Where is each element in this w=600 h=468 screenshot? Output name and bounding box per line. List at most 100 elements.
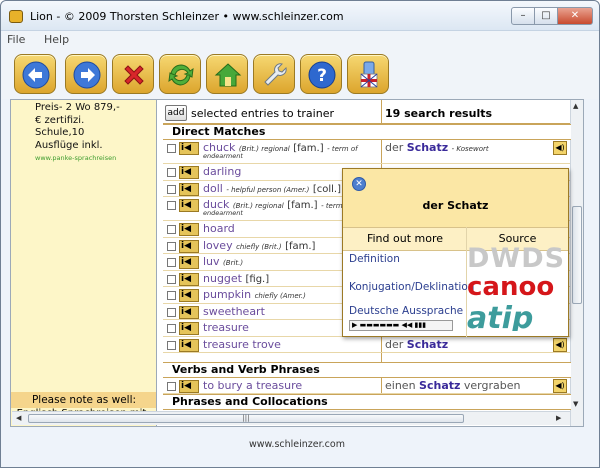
term: duck (Brit.) regional [fam.] - term of en…	[203, 198, 352, 217]
info-speaker-icon[interactable]: i◀	[179, 142, 199, 155]
conjugation-link[interactable]: Konjugation/Deklination	[349, 281, 474, 293]
question-icon: ?	[308, 61, 336, 89]
horizontal-scrollbar[interactable]: ◀ ||| ▶	[12, 411, 570, 425]
term: sweetheart	[203, 305, 265, 318]
term-word[interactable]: pumpkin	[203, 288, 251, 301]
term-word[interactable]: nugget	[203, 272, 242, 285]
menu-bar: File Help	[2, 31, 598, 49]
info-speaker-icon[interactable]: i◀	[179, 338, 199, 352]
language-button[interactable]	[347, 54, 389, 94]
horizontal-scroll-thumb[interactable]: |||	[28, 414, 464, 423]
table-row[interactable]: i◀ treasure trove der Schatz ◀)	[163, 337, 571, 353]
term-word[interactable]: sweetheart	[203, 305, 265, 318]
info-speaker-icon[interactable]: i◀	[179, 199, 199, 212]
speaker-icon[interactable]: ◀)	[553, 337, 567, 352]
maximize-button[interactable]: □	[534, 7, 558, 25]
row-checkbox[interactable]	[167, 258, 176, 267]
atip-logo[interactable]: atip	[467, 301, 567, 331]
info-speaker-icon[interactable]: i◀	[179, 272, 199, 286]
term: nugget [fig.]	[203, 272, 269, 285]
speaker-icon[interactable]: ◀)	[553, 379, 567, 393]
scroll-down-icon[interactable]: ▼	[573, 400, 578, 408]
table-row[interactable]: i◀ chuck (Brit.) regional [fam.] - term o…	[163, 140, 571, 164]
back-button[interactable]	[14, 54, 56, 94]
term: doll - helpful person (Amer.) [coll.]	[203, 182, 341, 195]
term-word[interactable]: lovey	[203, 239, 233, 252]
home-button[interactable]	[206, 54, 248, 94]
table-row[interactable]: i◀ to bury a treasure einen Schatz vergrab…	[163, 378, 571, 394]
row-checkbox[interactable]	[167, 340, 176, 350]
term-region: (Brit.)	[223, 259, 244, 267]
add-button[interactable]: add	[165, 105, 187, 121]
info-speaker-icon[interactable]: i◀	[179, 166, 199, 179]
term: treasure trove	[203, 338, 281, 351]
minimize-button[interactable]: –	[511, 7, 535, 25]
term-word[interactable]: to bury a treasure	[203, 379, 302, 392]
home-icon	[214, 63, 242, 87]
info-speaker-icon[interactable]: i◀	[179, 380, 199, 393]
row-checkbox[interactable]	[167, 241, 176, 251]
speaker-icon[interactable]: ◀)	[553, 141, 567, 155]
info-speaker-icon[interactable]: i◀	[179, 223, 199, 236]
vertical-scroll-thumb[interactable]	[572, 206, 582, 304]
scroll-up-icon[interactable]: ▲	[573, 102, 578, 110]
term-meaning-cont: endearment	[203, 152, 243, 160]
popup-close-icon[interactable]: ✕	[352, 177, 366, 191]
info-speaker-icon[interactable]: i◀	[179, 239, 199, 253]
menu-file[interactable]: File	[7, 33, 25, 46]
canoo-logo[interactable]: canoo	[467, 272, 567, 302]
scroll-left-icon[interactable]: ◀	[16, 414, 21, 422]
row-checkbox[interactable]	[167, 184, 176, 194]
translation-after: vergraben	[463, 379, 521, 392]
results-header: add selected entries to trainer 19 searc…	[163, 104, 571, 124]
refresh-button[interactable]	[159, 54, 201, 94]
status-bar: www.schleinzer.com	[249, 439, 345, 450]
vertical-scrollbar[interactable]: ▲ ▼	[570, 100, 583, 426]
row-checkbox[interactable]	[167, 168, 176, 177]
pronunciation-link[interactable]: Deutsche Aussprache	[349, 305, 463, 317]
audio-player[interactable]: ▶ ▬▬▬▬▬▬ ◀◀ ▮▮▮	[349, 320, 453, 331]
menu-help[interactable]: Help	[44, 33, 69, 46]
row-checkbox[interactable]	[167, 324, 176, 333]
row-checkbox[interactable]	[167, 291, 176, 300]
refresh-icon	[168, 64, 194, 86]
term-word[interactable]: treasure trove	[203, 338, 281, 351]
term-word[interactable]: doll	[203, 182, 223, 195]
dictionary-popup: ✕ der Schatz Find out more Source Defini…	[342, 168, 569, 337]
term-word[interactable]: darling	[203, 165, 241, 178]
term: darling	[203, 165, 241, 178]
info-speaker-icon[interactable]: i◀	[179, 305, 199, 319]
settings-button[interactable]	[253, 54, 295, 94]
term-register: [fig.]	[245, 273, 270, 285]
ad-link[interactable]: www.panke-sprachreisen	[35, 152, 120, 164]
row-checkbox[interactable]	[167, 225, 176, 234]
term-word[interactable]: treasure	[203, 321, 249, 334]
row-checkbox[interactable]	[167, 274, 176, 284]
help-button[interactable]: ?	[300, 54, 342, 94]
translation[interactable]: einen Schatz vergraben	[385, 379, 520, 392]
translation[interactable]: der Schatz	[385, 338, 448, 351]
dwds-logo[interactable]: DWDS	[467, 243, 567, 273]
term-word[interactable]: hoard	[203, 222, 235, 235]
play-icon[interactable]: ▶ ▬▬▬▬▬▬ ◀◀ ▮▮▮	[352, 321, 426, 329]
row-checkbox[interactable]	[167, 307, 176, 317]
section-phrases: Phrases and Collocations	[163, 394, 571, 410]
forward-button[interactable]	[65, 54, 107, 94]
ad-line: Schule,10	[35, 127, 85, 138]
row-checkbox[interactable]	[167, 144, 176, 153]
close-button[interactable]: ✕	[557, 7, 593, 25]
translation[interactable]: der Schatz - Kosewort	[385, 141, 489, 154]
info-speaker-icon[interactable]: i◀	[179, 182, 199, 196]
row-checkbox[interactable]	[167, 382, 176, 391]
row-checkbox[interactable]	[167, 201, 176, 210]
info-speaker-icon[interactable]: i◀	[179, 322, 199, 335]
wrench-icon	[264, 63, 287, 86]
delete-button[interactable]	[112, 54, 154, 94]
definition-link[interactable]: Definition	[349, 253, 400, 265]
popup-title: der Schatz	[422, 199, 489, 212]
info-speaker-icon[interactable]: i◀	[179, 289, 199, 302]
scroll-right-icon[interactable]: ▶	[556, 414, 561, 422]
term: lovey chiefly (Brit.) [fam.]	[203, 239, 315, 252]
info-speaker-icon[interactable]: i◀	[179, 256, 199, 269]
term-word[interactable]: luv	[203, 255, 220, 268]
